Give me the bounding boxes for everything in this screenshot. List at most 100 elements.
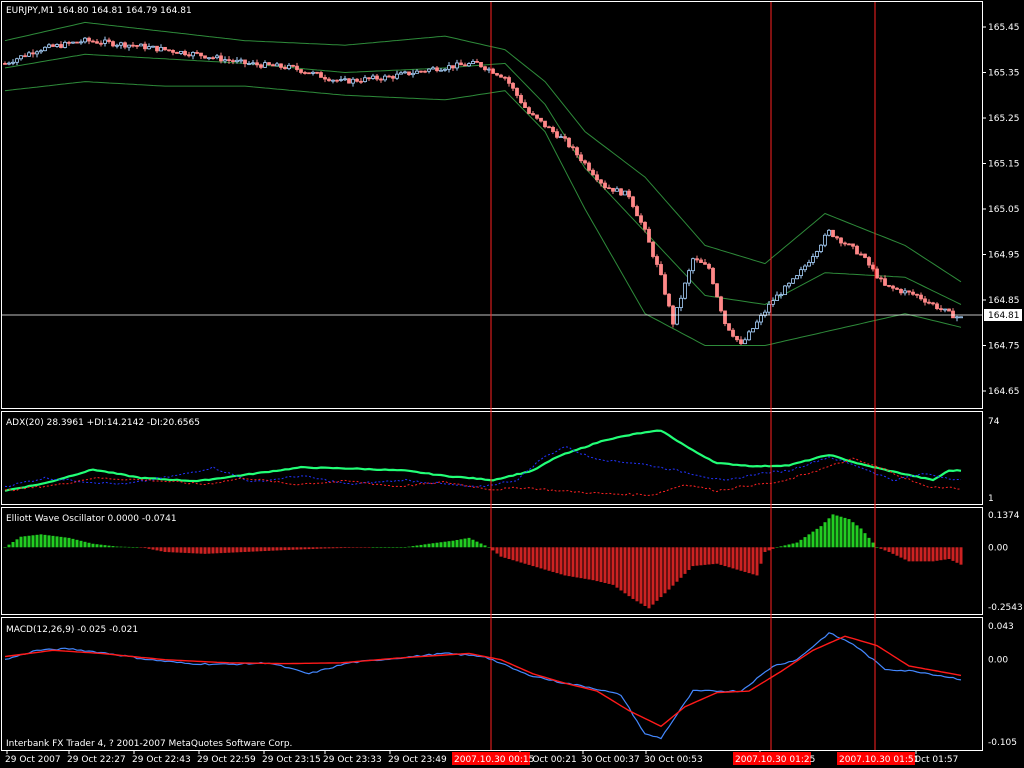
candle bbox=[347, 78, 351, 84]
ewo-bar bbox=[251, 547, 255, 552]
candle bbox=[567, 137, 571, 149]
time-tick-label: 29 Oct 22:59 bbox=[197, 755, 256, 765]
ewo-bar bbox=[723, 547, 727, 567]
price-tick-label: 164.95 bbox=[988, 251, 1020, 261]
ewo-bar bbox=[283, 547, 287, 551]
ewo-bar bbox=[643, 547, 647, 606]
ewo-bar bbox=[299, 547, 303, 550]
ewo-bar bbox=[667, 547, 671, 590]
ewo-bar bbox=[751, 547, 755, 575]
candle bbox=[527, 106, 531, 115]
ewo-bar bbox=[167, 547, 171, 553]
ewo-bar bbox=[955, 547, 959, 563]
ewo-bar bbox=[799, 539, 803, 548]
ewo-bar bbox=[679, 547, 683, 578]
ewo-bar bbox=[439, 542, 443, 548]
ewo-bar bbox=[887, 547, 891, 552]
ewo-bar bbox=[691, 547, 695, 567]
candle bbox=[675, 307, 679, 326]
price-tick-label: 165.15 bbox=[988, 160, 1020, 170]
ewo-bar bbox=[423, 544, 427, 548]
ewo-bar bbox=[179, 547, 183, 553]
time-tick-label: 29 Oct 23:49 bbox=[388, 755, 447, 765]
ewo-bar bbox=[755, 547, 759, 576]
ewo-bar bbox=[287, 547, 291, 550]
ewo-bar bbox=[19, 536, 23, 548]
ewo-bar bbox=[515, 547, 519, 562]
candle bbox=[619, 188, 623, 197]
ewo-bar bbox=[383, 547, 387, 548]
ewo-bar bbox=[771, 547, 775, 549]
ewo-bar bbox=[615, 547, 619, 588]
ewo-bar bbox=[911, 547, 915, 562]
ewo-bar bbox=[83, 541, 87, 548]
trading-chart[interactable]: EURJPY,M1 164.80 164.81 164.79 164.81 16… bbox=[0, 0, 1024, 768]
ewo-bar bbox=[779, 546, 783, 548]
ewo-bar bbox=[31, 535, 35, 548]
ewo-bar bbox=[687, 547, 691, 570]
ewo-bar bbox=[759, 547, 763, 564]
time-tick-label: Oct 01:57 bbox=[914, 755, 958, 765]
time-tick-label: 29 Oct 22:43 bbox=[132, 755, 191, 765]
ewo-bar bbox=[403, 547, 407, 548]
ewo-tick-label: 0.1374 bbox=[988, 511, 1020, 521]
ewo-bar bbox=[387, 547, 391, 548]
ewo-bar bbox=[339, 547, 343, 549]
time-tick-label: 30 Oct 00:37 bbox=[581, 755, 640, 765]
ewo-bar bbox=[151, 547, 155, 550]
footer-copyright: Interbank FX Trader 4, ? 2001-2007 MetaQ… bbox=[6, 739, 292, 749]
ewo-bar bbox=[919, 547, 923, 562]
ewo-bar bbox=[699, 547, 703, 566]
macd-tick-label: -0.105 bbox=[988, 738, 1017, 748]
ewo-bar bbox=[139, 547, 143, 548]
ewo-bar bbox=[99, 544, 103, 548]
ewo-bar bbox=[711, 547, 715, 565]
ewo-bar bbox=[551, 547, 555, 572]
ewo-bar bbox=[623, 547, 627, 594]
time-tick-label: 29 Oct 22:27 bbox=[67, 755, 126, 765]
ewo-bar bbox=[363, 547, 367, 548]
ewo-bar bbox=[23, 536, 27, 548]
ewo-bar bbox=[931, 547, 935, 562]
price-panel-title: EURJPY,M1 164.80 164.81 164.79 164.81 bbox=[6, 6, 192, 16]
ewo-bar bbox=[207, 547, 211, 554]
ewo-bar bbox=[579, 547, 583, 579]
ewo-bar bbox=[55, 536, 59, 548]
ewo-bar bbox=[951, 547, 955, 561]
time-tick-label: 29 Oct 23:33 bbox=[323, 755, 382, 765]
ewo-bar bbox=[639, 547, 643, 604]
ewo-bar bbox=[303, 547, 307, 550]
ewo-bar bbox=[347, 547, 351, 548]
ewo-bar bbox=[75, 539, 79, 548]
ewo-bar bbox=[95, 544, 99, 548]
ewo-bar bbox=[947, 547, 951, 560]
ewo-bar bbox=[491, 547, 495, 551]
ewo-bar bbox=[743, 547, 747, 572]
candle bbox=[647, 226, 651, 243]
candle bbox=[827, 229, 831, 237]
price-tick-label: 164.85 bbox=[988, 296, 1020, 306]
ewo-bar bbox=[671, 547, 675, 586]
candle bbox=[711, 267, 715, 285]
ewo-bar bbox=[155, 547, 159, 551]
candle bbox=[631, 195, 635, 209]
ewo-bar bbox=[219, 547, 223, 554]
ewo-bar bbox=[595, 547, 599, 582]
ewo-bar bbox=[451, 540, 455, 548]
ewo-bar bbox=[159, 547, 163, 552]
ewo-panel-title: Elliott Wave Oscillator 0.0000 -0.0741 bbox=[6, 514, 177, 524]
candle bbox=[683, 282, 687, 300]
current-price-value: 164.81 bbox=[988, 311, 1020, 321]
ewo-bar bbox=[223, 547, 227, 553]
price-tick-label: 165.35 bbox=[988, 69, 1020, 79]
candle bbox=[667, 292, 671, 308]
candle bbox=[43, 46, 47, 52]
chart-background bbox=[0, 0, 1024, 768]
ewo-bar bbox=[475, 541, 479, 548]
ewo-bar bbox=[295, 547, 299, 550]
ewo-bar bbox=[531, 547, 535, 567]
candle bbox=[75, 41, 79, 44]
ewo-bar bbox=[67, 537, 71, 548]
ewo-bar bbox=[591, 547, 595, 581]
macd-panel-title: MACD(12,26,9) -0.025 -0.021 bbox=[6, 625, 138, 635]
